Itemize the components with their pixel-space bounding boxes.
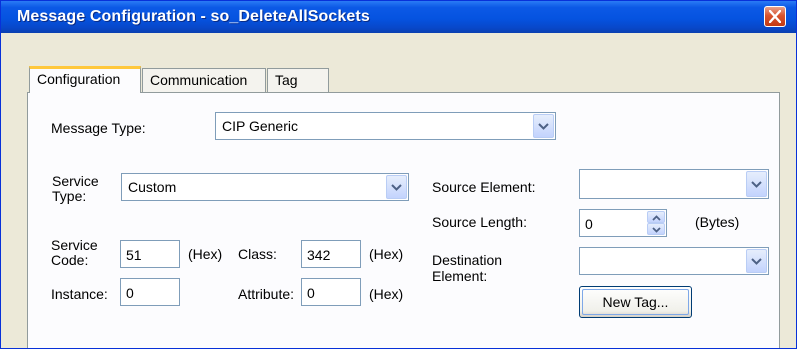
message-type-select[interactable]: CIP Generic	[215, 112, 556, 140]
source-length-label: Source Length:	[432, 214, 527, 230]
message-configuration-dialog: Message Configuration - so_DeleteAllSock…	[0, 0, 797, 349]
close-icon	[769, 10, 781, 23]
service-type-value: Custom	[128, 179, 177, 195]
chevron-up-icon	[652, 215, 661, 221]
destination-element-select[interactable]	[579, 247, 769, 275]
chevron-down-icon	[391, 184, 402, 191]
destination-element-dropdown-button[interactable]	[746, 249, 767, 273]
instance-label: Instance:	[51, 286, 108, 302]
instance-value: 0	[126, 285, 134, 301]
chevron-down-icon	[652, 227, 661, 233]
chevron-down-icon	[751, 181, 762, 188]
spin-down-button[interactable]	[647, 223, 665, 235]
source-element-dropdown-button[interactable]	[746, 171, 767, 197]
service-type-label-line1: Service	[52, 173, 99, 189]
tab-tag[interactable]: Tag	[267, 68, 329, 92]
message-type-dropdown-button[interactable]	[533, 114, 554, 138]
window-title: Message Configuration - so_DeleteAllSock…	[17, 8, 370, 25]
new-tag-button-label: New Tag...	[602, 294, 669, 310]
source-length-unit: (Bytes)	[695, 214, 740, 230]
source-length-spinner[interactable]	[647, 211, 665, 235]
chevron-down-icon	[538, 123, 549, 130]
instance-input[interactable]: 0	[120, 278, 180, 306]
service-code-value: 51	[126, 247, 142, 263]
service-code-unit: (Hex)	[188, 246, 223, 262]
chevron-down-icon	[751, 258, 762, 265]
class-input[interactable]: 342	[301, 240, 361, 268]
close-button[interactable]	[764, 6, 786, 27]
message-type-value: CIP Generic	[222, 118, 298, 134]
attribute-unit: (Hex)	[369, 286, 404, 302]
source-element-select[interactable]	[579, 169, 769, 199]
source-length-value: 0	[585, 216, 593, 232]
attribute-input[interactable]: 0	[301, 278, 361, 306]
source-length-input[interactable]: 0	[579, 209, 667, 237]
service-type-label-line2: Type:	[52, 188, 87, 204]
class-unit: (Hex)	[369, 246, 404, 262]
service-type-select[interactable]: Custom	[121, 173, 409, 201]
class-value: 342	[307, 247, 331, 263]
class-label: Class:	[238, 246, 277, 262]
service-type-dropdown-button[interactable]	[386, 175, 407, 199]
service-code-input[interactable]: 51	[120, 240, 180, 268]
source-element-label: Source Element:	[432, 179, 536, 195]
message-type-label: Message Type:	[51, 120, 146, 136]
new-tag-button[interactable]: New Tag...	[579, 286, 692, 318]
attribute-label: Attribute:	[238, 286, 295, 302]
title-bar[interactable]: Message Configuration - so_DeleteAllSock…	[1, 1, 796, 33]
service-code-label-line2: Code:	[51, 252, 89, 268]
tab-configuration[interactable]: Configuration	[29, 66, 141, 93]
destination-element-label-line1: Destination	[432, 252, 503, 268]
destination-element-label-line2: Element:	[432, 268, 488, 284]
attribute-value: 0	[307, 285, 315, 301]
tab-communication[interactable]: Communication	[142, 68, 266, 92]
spin-up-button[interactable]	[647, 211, 665, 223]
service-code-label-line1: Service	[51, 237, 98, 253]
